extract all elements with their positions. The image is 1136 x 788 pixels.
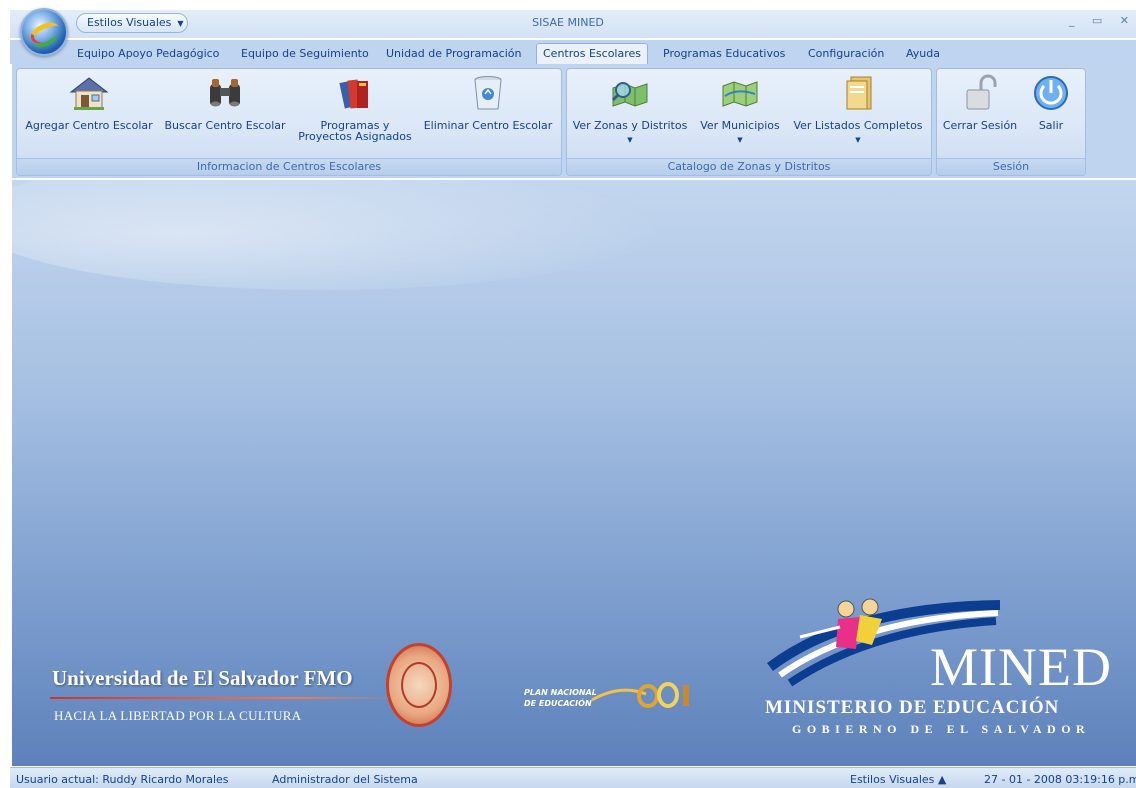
- mined-subtitle: MINISTERIO DE EDUCACIÓN: [765, 697, 1060, 718]
- mined-government: GOBIERNO DE EL SALVADOR: [792, 722, 1091, 736]
- recycle-bin-icon: [467, 74, 509, 112]
- agregar-centro-escolar-button[interactable]: Agregar Centro Escolar: [22, 74, 156, 131]
- folder-icon: [837, 74, 879, 112]
- tab-centros-escolares[interactable]: Centros Escolares: [536, 43, 649, 64]
- button-label: Ver Listados Completos: [793, 119, 923, 132]
- status-datetime: 27 - 01 - 2008 03:19:16 p.m.: [984, 773, 1136, 786]
- tab-equipo-de-seguimiento[interactable]: Equipo de Seguimiento: [241, 45, 369, 64]
- window-controls[interactable]: _ ▭ ✕: [1069, 14, 1136, 27]
- tab-equipo-apoyo-pedagogico[interactable]: Equipo Apoyo Pedagógico: [77, 45, 219, 64]
- buscar-centro-escolar-button[interactable]: Buscar Centro Escolar: [162, 74, 288, 131]
- power-icon: [1030, 74, 1072, 112]
- button-label: Ver Zonas y Distritos: [572, 119, 688, 132]
- mined-title: MINED: [930, 637, 1112, 697]
- tab-ayuda[interactable]: Ayuda: [906, 45, 940, 64]
- application-orb-icon[interactable]: [20, 8, 68, 56]
- ver-listados-completos-button[interactable]: Ver Listados Completos ▼: [790, 74, 926, 146]
- plan-nacional-label: PLAN NACIONAL DE EDUCACIÓN: [524, 687, 597, 709]
- cerrar-sesion-button[interactable]: Cerrar Sesión: [940, 74, 1020, 131]
- eliminar-centro-escolar-button[interactable]: Eliminar Centro Escolar: [422, 74, 554, 131]
- status-bar: Usuario actual: Ruddy Ricardo Morales Ad…: [10, 767, 1136, 788]
- plan-line-2: DE EDUCACIÓN: [524, 699, 592, 708]
- window-title: SISAE MINED: [532, 16, 604, 29]
- status-user-role: Administrador del Sistema: [272, 773, 418, 786]
- books-icon: [334, 74, 376, 112]
- university-motto: HACIA LA LIBERTAD POR LA CULTURA: [54, 708, 302, 723]
- padlock-open-icon: [959, 74, 1001, 112]
- house-icon: [68, 74, 110, 112]
- university-seal-icon: [386, 643, 452, 727]
- university-name: Universidad de El Salvador FMO: [52, 666, 353, 690]
- app-window: Estilos Visuales ▼ SISAE MINED _ ▭ ✕ Equi…: [0, 0, 1136, 788]
- plan-2021-logo: [590, 680, 700, 710]
- group-label: Sesión: [937, 158, 1085, 175]
- tab-configuracion[interactable]: Configuración: [808, 45, 884, 64]
- dropdown-arrow-icon: ▼: [855, 136, 861, 144]
- group-label: Informacion de Centros Escolares: [17, 158, 561, 175]
- status-current-user: Usuario actual: Ruddy Ricardo Morales: [16, 773, 229, 786]
- tab-programas-educativos[interactable]: Programas Educativos: [663, 45, 785, 64]
- map-icon: [719, 74, 761, 112]
- ver-municipios-button[interactable]: Ver Municipios ▼: [694, 74, 786, 146]
- button-label-line2: Proyectos Asignados: [298, 130, 412, 143]
- tab-unidad-de-programacion[interactable]: Unidad de Programación: [386, 45, 522, 64]
- button-label: Salir: [1038, 119, 1064, 132]
- button-label: Cerrar Sesión: [942, 119, 1018, 132]
- button-label: Agregar Centro Escolar: [25, 119, 153, 132]
- salir-button[interactable]: Salir: [1026, 74, 1076, 131]
- ver-zonas-distritos-button[interactable]: Ver Zonas y Distritos ▼: [570, 74, 690, 146]
- programas-proyectos-button[interactable]: Programas y Proyectos Asignados: [294, 74, 416, 142]
- button-label: Eliminar Centro Escolar: [423, 119, 553, 132]
- button-label: Buscar Centro Escolar: [164, 119, 286, 132]
- dropdown-arrow-icon: ▼: [627, 136, 633, 144]
- dropdown-arrow-icon: ▼: [737, 136, 743, 144]
- button-label: Ver Municipios: [700, 119, 780, 132]
- map-search-icon: [609, 74, 651, 112]
- binoculars-icon: [204, 74, 246, 112]
- status-visual-styles-button[interactable]: Estilos Visuales ▲: [850, 773, 946, 786]
- group-label: Catalogo de Zonas y Distritos: [567, 158, 931, 175]
- divider: [50, 697, 400, 699]
- plan-line-1: PLAN NACIONAL: [524, 688, 597, 697]
